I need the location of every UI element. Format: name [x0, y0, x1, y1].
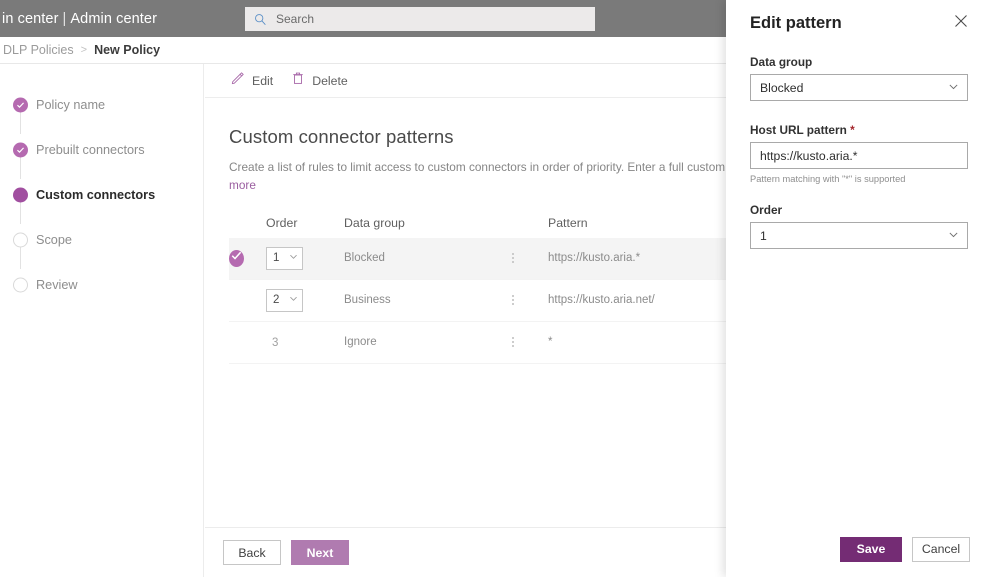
row-actions-button[interactable] — [506, 336, 548, 348]
delete-button-label: Delete — [312, 73, 348, 88]
save-button[interactable]: Save — [840, 536, 902, 562]
edit-pattern-panel: Edit pattern Data group Blocked Host URL… — [726, 0, 992, 577]
row-order-value: 2 — [273, 294, 280, 307]
sidebar-item-custom-connectors[interactable]: Custom connectors — [0, 172, 203, 224]
panel-footer: Save Cancel — [726, 521, 992, 577]
breadcrumb-parent[interactable]: DLP Policies — [0, 43, 74, 57]
panel-header: Edit pattern — [726, 0, 992, 33]
host-url-value: https://kusto.aria.* — [760, 148, 858, 163]
order-label: Order — [750, 203, 783, 217]
cancel-button[interactable]: Cancel — [912, 536, 970, 562]
row-data-group: Ignore — [344, 336, 377, 349]
row-order-value: 1 — [273, 252, 280, 265]
suite-title-separator: | — [62, 10, 67, 27]
more-vertical-icon — [506, 294, 520, 306]
step-status-active-icon — [13, 187, 28, 202]
data-group-select[interactable]: Blocked — [750, 74, 968, 101]
breadcrumb-current: New Policy — [94, 43, 161, 57]
sidebar-item-review[interactable]: Review — [0, 262, 203, 307]
row-selection-checkbox[interactable] — [229, 248, 266, 268]
row-actions-button[interactable] — [506, 294, 548, 306]
data-group-value: Blocked — [760, 80, 804, 95]
data-group-field: Data group Blocked — [726, 55, 992, 101]
sidebar-item-label: Scope — [36, 232, 72, 247]
breadcrumb-separator-icon: > — [80, 44, 88, 56]
row-actions-button[interactable] — [506, 252, 548, 264]
sidebar-item-policy-name[interactable]: Policy name — [0, 82, 203, 134]
chevron-down-icon — [289, 252, 298, 264]
row-order-select[interactable]: 1 — [266, 246, 344, 270]
data-group-label: Data group — [750, 55, 813, 69]
host-url-field: Host URL pattern * https://kusto.aria.* … — [726, 123, 992, 184]
chevron-down-icon — [948, 229, 959, 243]
suite-title: in center | Admin center — [0, 11, 157, 27]
step-status-todo-icon — [13, 232, 28, 247]
row-data-group: Blocked — [344, 252, 385, 265]
page-description-text: Create a list of rules to limit access t… — [229, 160, 792, 174]
more-vertical-icon — [506, 336, 520, 348]
row-data-group: Business — [344, 294, 391, 307]
host-url-input[interactable]: https://kusto.aria.* — [750, 142, 968, 169]
app-root: in center | Admin center Search DLP Polici… — [0, 0, 992, 577]
close-icon[interactable] — [954, 14, 970, 30]
pencil-icon — [231, 71, 245, 90]
more-vertical-icon — [506, 252, 520, 264]
chevron-down-icon — [948, 81, 959, 95]
step-status-done-icon — [13, 142, 28, 157]
delete-button[interactable]: Delete — [291, 71, 348, 90]
next-button[interactable]: Next — [291, 540, 349, 565]
sidebar-item-scope[interactable]: Scope — [0, 217, 203, 269]
step-status-done-icon — [13, 97, 28, 112]
step-status-todo-icon — [13, 277, 28, 292]
edit-button[interactable]: Edit — [231, 71, 273, 90]
suite-title-prefix: in center — [2, 10, 59, 27]
table-header-order: Order — [266, 215, 298, 230]
sidebar-item-label: Custom connectors — [36, 187, 156, 202]
back-button[interactable]: Back — [223, 540, 281, 565]
row-order-static: 3 — [266, 333, 344, 351]
order-select[interactable]: 1 — [750, 222, 968, 249]
check-circle-icon — [229, 250, 244, 268]
edit-button-label: Edit — [252, 73, 274, 88]
sidebar-item-prebuilt-connectors[interactable]: Prebuilt connectors — [0, 127, 203, 179]
host-url-label: Host URL pattern * — [750, 123, 968, 137]
row-order-select[interactable]: 2 — [266, 288, 344, 312]
row-order-value: 3 — [272, 337, 279, 350]
search-icon — [254, 13, 267, 26]
sidebar-item-label: Policy name — [36, 97, 106, 112]
sidebar-item-label: Prebuilt connectors — [36, 142, 145, 157]
chevron-down-icon — [289, 294, 298, 306]
table-header-data-group: Data group — [344, 215, 405, 230]
host-url-label-text: Host URL pattern — [750, 123, 847, 137]
search-input[interactable]: Search — [245, 7, 595, 31]
sidebar-item-label: Review — [36, 277, 78, 292]
required-marker: * — [850, 123, 855, 137]
suite-title-suffix: Admin center — [70, 10, 158, 27]
host-url-hint: Pattern matching with "*" is supported — [750, 174, 906, 184]
trash-icon — [291, 71, 305, 90]
panel-title: Edit pattern — [750, 14, 842, 32]
order-field: Order 1 — [726, 203, 992, 249]
wizard-stepper: Policy name Prebuilt connectors Custom c… — [0, 64, 204, 577]
learn-more-link[interactable]: more — [229, 178, 256, 192]
search-placeholder: Search — [276, 12, 315, 26]
order-value: 1 — [760, 228, 767, 243]
